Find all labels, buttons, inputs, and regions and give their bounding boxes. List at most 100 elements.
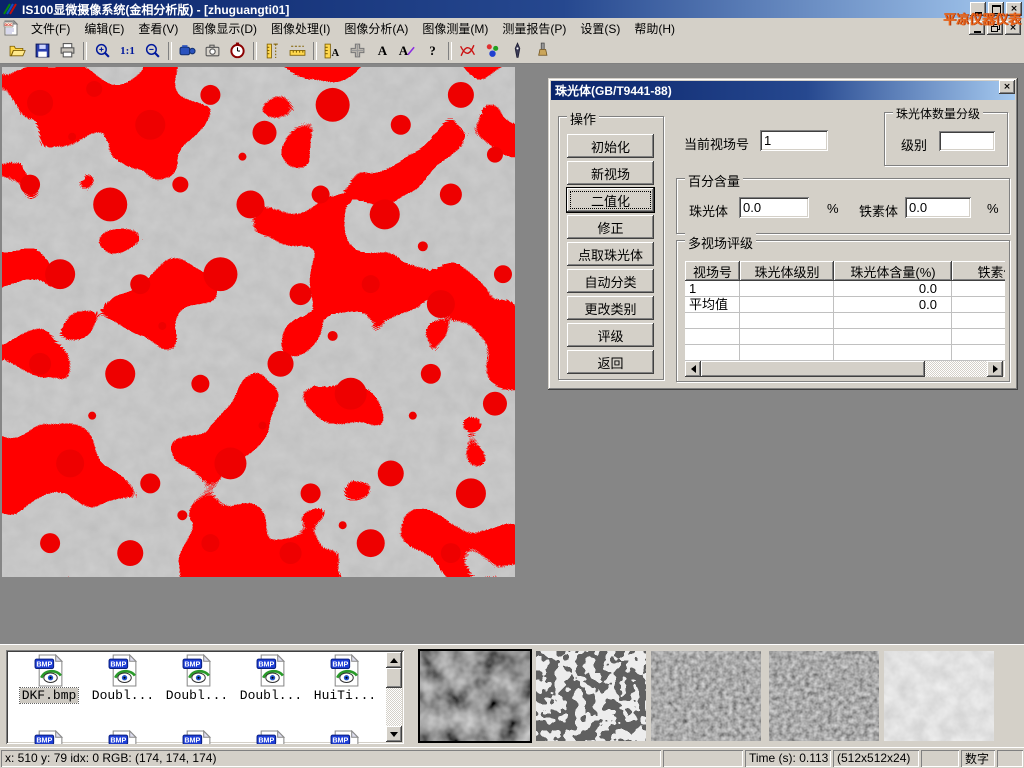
menu-item-5[interactable]: 图像分析(A)	[337, 18, 415, 39]
table-row-4[interactable]	[685, 345, 1005, 361]
menu-item-8[interactable]: 设置(S)	[573, 18, 627, 39]
file-item-1[interactable]: BMPDoubl...	[86, 654, 160, 703]
thumbnail-1[interactable]	[420, 651, 530, 741]
camera-capture-button[interactable]	[200, 39, 225, 62]
save-file-button[interactable]	[30, 39, 55, 62]
menu-item-9[interactable]: 帮助(H)	[627, 18, 682, 39]
op-button-2[interactable]: 二值化	[567, 188, 654, 212]
file-item-4[interactable]: BMPHuiTi...	[308, 654, 382, 703]
hscroll-thumb[interactable]	[701, 361, 925, 377]
ferrite-percent-input[interactable]	[905, 197, 971, 218]
grid-button[interactable]	[345, 39, 370, 62]
bmp-file-icon: BMP	[181, 654, 214, 687]
file-item-2[interactable]: BMPDoubl...	[160, 654, 234, 703]
menu-item-0[interactable]: 文件(F)	[24, 18, 77, 39]
window-close-button[interactable]: ×	[1006, 2, 1022, 16]
rating-table-hscrollbar[interactable]	[685, 361, 1003, 377]
menu-item-1[interactable]: 编辑(E)	[77, 18, 131, 39]
table-cell	[740, 313, 834, 329]
file-list-vscrollbar[interactable]	[386, 652, 402, 742]
window-maximize-button[interactable]	[988, 2, 1004, 16]
pointer-pen-icon	[509, 42, 526, 59]
table-header-1: 珠光体级别	[740, 261, 834, 281]
caliper-button[interactable]	[260, 39, 285, 62]
open-file-button[interactable]	[5, 39, 30, 62]
menu-item-7[interactable]: 测量报告(P)	[495, 18, 573, 39]
hscroll-track[interactable]	[925, 361, 987, 377]
menu-item-3[interactable]: 图像显示(D)	[185, 18, 264, 39]
pearlite-percent-input[interactable]	[739, 197, 809, 218]
app-logo-icon	[2, 2, 18, 16]
file-item-row2-3[interactable]: BMP	[234, 730, 308, 744]
menu-item-2[interactable]: 查看(V)	[131, 18, 185, 39]
op-button-1[interactable]: 新视场	[567, 161, 654, 185]
open-file-icon	[9, 42, 26, 59]
zoom-in-button[interactable]	[90, 39, 115, 62]
print-button[interactable]	[55, 39, 80, 62]
hscroll-left-button[interactable]	[685, 361, 701, 377]
op-button-5[interactable]: 自动分类	[567, 269, 654, 293]
op-button-7[interactable]: 评级	[567, 323, 654, 347]
op-button-8[interactable]: 返回	[567, 350, 654, 374]
save-file-icon	[34, 42, 51, 59]
file-item-row2-4[interactable]: BMP	[308, 730, 382, 744]
rating-legend: 多视场评级	[685, 233, 756, 252]
dialog-title-text: 珠光体(GB/T9441-88)	[555, 82, 672, 99]
thumbnail-2[interactable]	[536, 651, 646, 741]
vscroll-up-button[interactable]	[386, 652, 402, 668]
grade-input[interactable]	[939, 131, 995, 151]
current-field-input[interactable]	[760, 130, 828, 151]
table-row-2[interactable]	[685, 313, 1005, 329]
file-item-0[interactable]: BMPDKF.bmp	[12, 654, 86, 703]
video-capture-button[interactable]	[175, 39, 200, 62]
text-label-button[interactable]: A	[370, 39, 395, 62]
thumbnail-5[interactable]	[884, 651, 994, 741]
op-button-0[interactable]: 初始化	[567, 134, 654, 158]
curve-tool-button[interactable]	[455, 39, 480, 62]
thumbnail-4[interactable]	[769, 651, 879, 741]
pearlite-unit: %	[827, 201, 839, 216]
pointer-pen-button[interactable]	[505, 39, 530, 62]
table-row-3[interactable]	[685, 329, 1005, 345]
status-bar: x: 510 y: 79 idx: 0 RGB: (174, 174, 174)…	[0, 747, 1024, 768]
rating-table-header: 视场号珠光体级别珠光体含量(%)铁素体	[685, 261, 1005, 281]
file-item-row2-1[interactable]: BMP	[86, 730, 160, 744]
file-name: DKF.bmp	[20, 688, 79, 703]
particle-analysis-button[interactable]	[480, 39, 505, 62]
actual-size-button[interactable]: 1:1	[115, 39, 140, 62]
measure-label-button[interactable]: A	[320, 39, 345, 62]
table-row-1[interactable]: 平均值0.0	[685, 297, 1005, 313]
zoom-out-button[interactable]	[140, 39, 165, 62]
help-button[interactable]: ?	[420, 39, 445, 62]
paint-brush-button[interactable]	[530, 39, 555, 62]
file-item-row2-0[interactable]: BMP	[12, 730, 86, 744]
hscroll-right-button[interactable]	[987, 361, 1003, 377]
vscroll-thumb[interactable]	[386, 668, 402, 688]
menu-item-6[interactable]: 图像测量(M)	[415, 18, 495, 39]
measure-label-icon: A	[324, 42, 341, 59]
timer-button[interactable]	[225, 39, 250, 62]
dialog-title-bar[interactable]: 珠光体(GB/T9441-88)	[551, 81, 1015, 100]
mdi-restore-button[interactable]	[987, 21, 1003, 35]
mdi-close-button[interactable]: ×	[1005, 21, 1021, 35]
window-minimize-button[interactable]	[970, 2, 986, 16]
op-button-3[interactable]: 修正	[567, 215, 654, 239]
status-mode: 数字	[961, 750, 995, 767]
ruler-button[interactable]	[285, 39, 310, 62]
file-item-3[interactable]: BMPDoubl...	[234, 654, 308, 703]
dialog-close-button[interactable]: ×	[999, 80, 1015, 94]
metallographic-image[interactable]	[2, 67, 515, 577]
table-cell	[834, 345, 952, 361]
op-button-4[interactable]: 点取珠光体	[567, 242, 654, 266]
file-item-row2-2[interactable]: BMP	[160, 730, 234, 744]
menu-item-4[interactable]: 图像处理(I)	[264, 18, 337, 39]
vscroll-down-button[interactable]	[386, 726, 402, 742]
title-bar: IS100显微摄像系统(金相分析版) - [zhuguangti01] ×	[0, 0, 1024, 18]
menu-bar-items: 文件(F)编辑(E)查看(V)图像显示(D)图像处理(I)图像分析(A)图像测量…	[24, 18, 682, 39]
op-button-6[interactable]: 更改类别	[567, 296, 654, 320]
edit-label-button[interactable]: A	[395, 39, 420, 62]
thumbnail-3[interactable]	[651, 651, 761, 741]
table-row-0[interactable]: 10.0	[685, 281, 1005, 297]
document-icon[interactable]: DOC	[3, 20, 19, 36]
mdi-minimize-button[interactable]	[969, 21, 985, 35]
